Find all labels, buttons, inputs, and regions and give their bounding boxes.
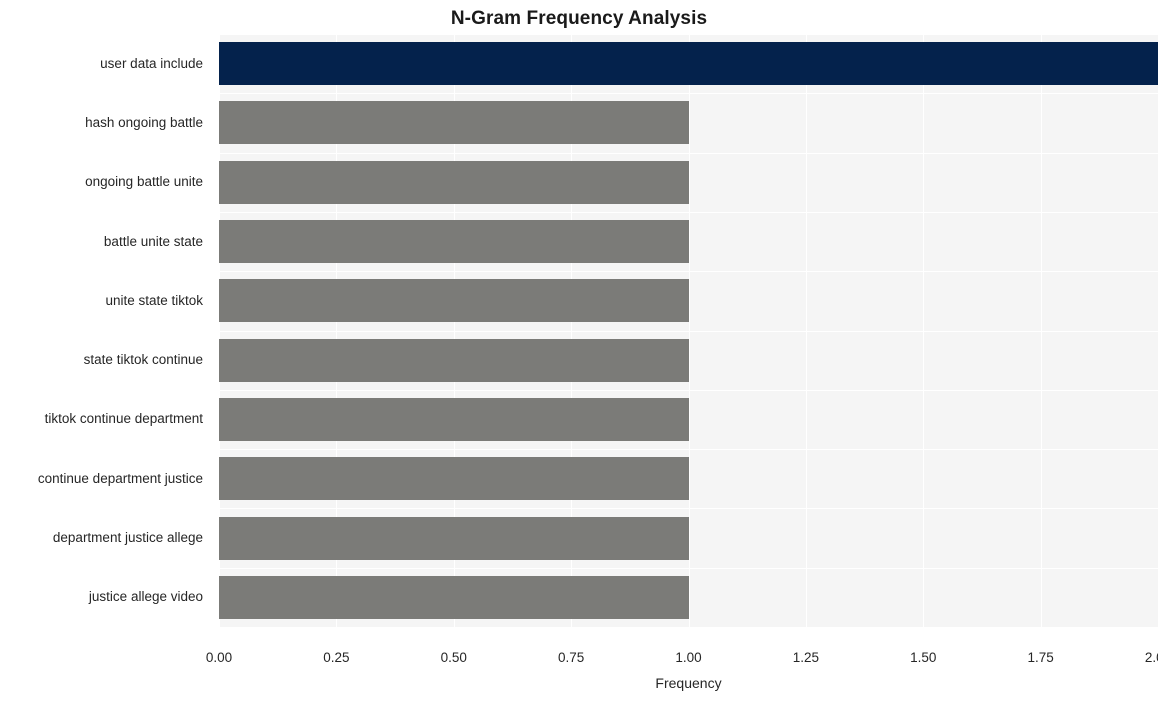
x-axis-tick-label: 1.25 [792, 650, 820, 665]
x-axis-tick-label: 2.00 [1144, 650, 1158, 665]
x-axis-tick-label: 0.00 [205, 650, 233, 665]
x-axis-tick-label: 0.25 [323, 650, 350, 665]
x-axis-title: Frequency [655, 675, 722, 691]
x-axis-tick-label: 0.50 [440, 650, 467, 665]
x-axis-tick-labels: 0.00 0.25 0.50 0.75 1.00 1.25 1.50 1.75 2.00 [0, 0, 1158, 701]
x-axis-tick-label: 1.75 [1027, 650, 1054, 665]
x-axis-tick-label: 1.00 [675, 650, 702, 665]
x-axis-tick-label: 1.50 [910, 650, 937, 665]
x-axis-tick-label: 0.75 [557, 650, 585, 665]
chart-figure: N-Gram Frequency Analysis user data incl… [0, 0, 1158, 701]
